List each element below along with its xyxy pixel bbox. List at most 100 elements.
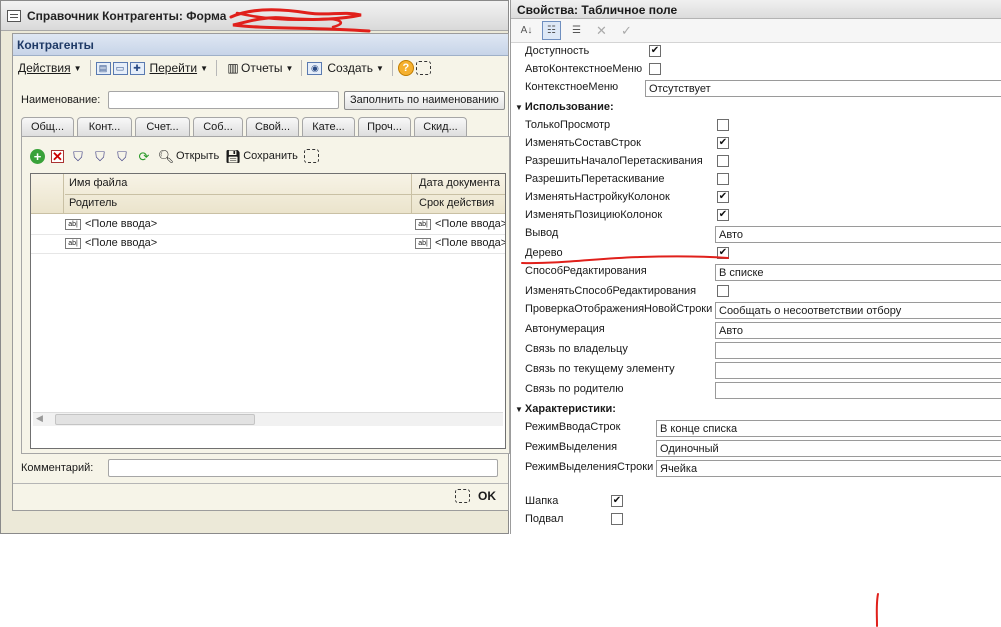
checkbox-unchecked[interactable] bbox=[611, 513, 623, 525]
property-row[interactable]: РежимВводаСтрок В конце списка bbox=[511, 419, 1001, 439]
checkbox-checked[interactable]: ✔ bbox=[611, 495, 623, 507]
property-group[interactable]: ▼ Использование: bbox=[511, 99, 1001, 117]
property-value-field[interactable]: Авто bbox=[715, 322, 1001, 339]
table-cell[interactable]: ab| <Поле ввода> bbox=[415, 237, 505, 249]
table-row[interactable]: ab| <Поле ввода> ab| <Поле ввода> bbox=[31, 235, 505, 254]
tab-properties[interactable]: Свой... bbox=[246, 117, 299, 136]
property-row[interactable]: Связь по родителю bbox=[511, 381, 1001, 401]
tab-discounts[interactable]: Скид... bbox=[414, 117, 467, 136]
fill-by-name-button[interactable]: Заполнить по наименованию bbox=[344, 90, 505, 110]
reports-menu[interactable]: ▥ Отчеты ▼ bbox=[222, 58, 296, 78]
checkbox-checked[interactable]: ✔ bbox=[717, 209, 729, 221]
refresh-icon[interactable]: ⟳ bbox=[136, 148, 152, 164]
ok-button[interactable]: OK bbox=[478, 489, 496, 503]
property-row[interactable]: Доступность ✔ bbox=[511, 43, 1001, 61]
tab-other[interactable]: Проч... bbox=[358, 117, 411, 136]
selection-placeholder-icon[interactable] bbox=[303, 149, 319, 163]
table-row[interactable]: ab| <Поле ввода> ab| <Поле ввода> bbox=[31, 216, 505, 235]
property-row[interactable]: ТолькоПросмотр bbox=[511, 117, 1001, 135]
horizontal-scrollbar[interactable]: ◀ bbox=[33, 412, 503, 426]
property-value-field[interactable]: В списке bbox=[715, 264, 1001, 281]
goto-menu[interactable]: Перейти ▼ bbox=[147, 58, 211, 78]
property-row[interactable]: Вывод Авто bbox=[511, 225, 1001, 245]
checkbox-unchecked[interactable] bbox=[717, 119, 729, 131]
sort-alphabetical-icon[interactable]: A↓ bbox=[517, 21, 536, 40]
collapse-icon[interactable]: ▼ bbox=[515, 405, 523, 414]
property-value-field[interactable]: Ячейка bbox=[656, 460, 1001, 477]
property-row[interactable]: ПроверкаОтображенияНовойСтроки Сообщать о… bbox=[511, 301, 1001, 321]
checkbox-checked[interactable]: ✔ bbox=[649, 45, 661, 57]
property-value-field[interactable] bbox=[715, 362, 1001, 379]
property-row[interactable]: РазрешитьНачалоПеретаскивания bbox=[511, 153, 1001, 171]
property-row[interactable]: РежимВыделения Одиночный bbox=[511, 439, 1001, 459]
tab-general[interactable]: Общ... bbox=[21, 117, 74, 136]
collapse-icon[interactable]: ▼ bbox=[515, 103, 523, 112]
tabular-icon[interactable]: ▭ bbox=[112, 61, 128, 75]
name-input[interactable] bbox=[108, 91, 339, 109]
save-button[interactable]: 💾︎ Сохранить bbox=[225, 148, 298, 164]
apply-value-icon[interactable]: ✓ bbox=[617, 21, 636, 40]
tab-contacts[interactable]: Конт... bbox=[77, 117, 132, 136]
create-menu[interactable]: Создать ▼ bbox=[324, 58, 387, 78]
checkbox-checked[interactable]: ✔ bbox=[717, 191, 729, 203]
tab-events[interactable]: Соб... bbox=[193, 117, 243, 136]
property-group[interactable]: ▼ Характеристики: bbox=[511, 401, 1001, 419]
column-header-doc-date[interactable]: Дата документа bbox=[415, 174, 504, 194]
property-row[interactable]: КонтекстноеМеню Отсутствует bbox=[511, 79, 1001, 99]
checkbox-unchecked[interactable] bbox=[717, 173, 729, 185]
checkbox-unchecked[interactable] bbox=[649, 63, 661, 75]
form-window-icon[interactable]: ▤ bbox=[95, 61, 111, 75]
tab-categories[interactable]: Кате... bbox=[302, 117, 355, 136]
filter-settings-icon[interactable]: ⛉ bbox=[92, 148, 108, 164]
property-row[interactable]: РазрешитьПеретаскивание bbox=[511, 171, 1001, 189]
table-cell[interactable]: ab| <Поле ввода> bbox=[65, 237, 157, 249]
property-row[interactable]: ИзменятьНастройкуКолонок ✔ bbox=[511, 189, 1001, 207]
property-row[interactable]: Подвал bbox=[511, 511, 1001, 529]
comment-input[interactable] bbox=[108, 459, 498, 477]
filter-icon[interactable]: ⛉ bbox=[70, 148, 86, 164]
scroll-left-icon[interactable]: ◀ bbox=[36, 413, 43, 424]
property-row[interactable]: ИзменятьПозициюКолонок ✔ bbox=[511, 207, 1001, 225]
column-header-filename[interactable]: Имя файла bbox=[65, 174, 131, 194]
tab-accounts[interactable]: Счет... bbox=[135, 117, 190, 136]
property-row[interactable]: Связь по владельцу bbox=[511, 341, 1001, 361]
clear-filter-icon[interactable]: ⛉ bbox=[114, 148, 130, 164]
property-value-field[interactable] bbox=[715, 342, 1001, 359]
checkbox-unchecked[interactable] bbox=[717, 285, 729, 297]
property-row[interactable]: Шапка ✔ bbox=[511, 493, 1001, 511]
property-value-field[interactable]: Сообщать о несоответствии отбору bbox=[715, 302, 1001, 319]
property-name: ИзменятьПозициюКолонок bbox=[525, 209, 663, 221]
table-cell[interactable]: ab| <Поле ввода> bbox=[65, 218, 157, 230]
clear-value-icon[interactable]: ✕ bbox=[592, 21, 611, 40]
filter-properties-icon[interactable]: ☰ bbox=[567, 21, 586, 40]
actions-menu[interactable]: Действия ▼ bbox=[15, 58, 85, 78]
checkbox-checked[interactable]: ✔ bbox=[717, 137, 729, 149]
column-header-validity[interactable]: Срок действия bbox=[415, 194, 498, 214]
image-icon[interactable]: ◉ bbox=[307, 61, 323, 75]
categorized-view-icon[interactable]: ☷ bbox=[542, 21, 561, 40]
checkbox-unchecked[interactable] bbox=[717, 155, 729, 167]
property-value-field[interactable]: В конце списка bbox=[656, 420, 1001, 437]
property-row[interactable]: АвтоКонтекстноеМеню bbox=[511, 61, 1001, 79]
property-value-field[interactable]: Одиночный bbox=[656, 440, 1001, 457]
property-row[interactable]: Связь по текущему элементу bbox=[511, 361, 1001, 381]
scrollbar-thumb[interactable] bbox=[55, 414, 255, 425]
property-row[interactable]: СпособРедактирования В списке bbox=[511, 263, 1001, 283]
property-row[interactable]: РежимВыделенияСтроки Ячейка bbox=[511, 459, 1001, 479]
property-row[interactable]: ИзменятьСпособРедактирования bbox=[511, 283, 1001, 301]
property-row[interactable]: ИзменятьСоставСтрок ✔ bbox=[511, 135, 1001, 153]
help-icon[interactable]: ? bbox=[397, 60, 414, 76]
selection-placeholder-icon[interactable] bbox=[455, 489, 470, 503]
property-value-field[interactable]: Авто bbox=[715, 226, 1001, 243]
open-button[interactable]: 🔍︎ Открыть bbox=[158, 148, 219, 164]
add-row-icon[interactable]: + bbox=[30, 148, 45, 164]
property-row[interactable]: Автонумерация Авто bbox=[511, 321, 1001, 341]
selection-placeholder-icon[interactable] bbox=[415, 61, 431, 75]
delete-row-icon[interactable]: ✕ bbox=[51, 149, 64, 163]
column-header-parent[interactable]: Родитель bbox=[65, 194, 121, 214]
property-value-field[interactable]: Отсутствует bbox=[645, 80, 1001, 97]
new-element-icon[interactable]: ✚ bbox=[129, 61, 145, 75]
table-grid[interactable]: Имя файла Дата документа Родитель Срок д… bbox=[30, 173, 506, 449]
property-value-field[interactable] bbox=[715, 382, 1001, 399]
table-cell[interactable]: ab| <Поле ввода> bbox=[415, 218, 505, 230]
